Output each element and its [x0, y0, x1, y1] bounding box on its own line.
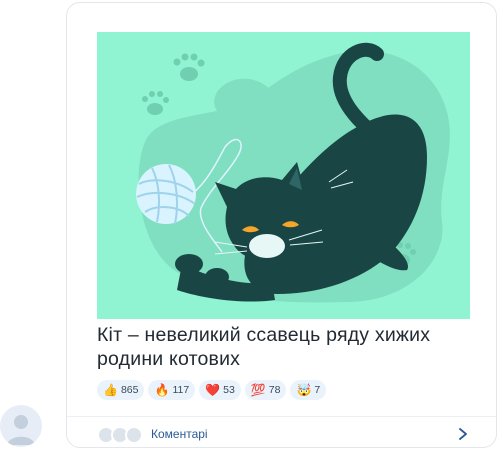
reaction-heart[interactable]: ❤️ 53: [199, 380, 241, 400]
reaction-fire[interactable]: 🔥 117: [148, 380, 196, 400]
reactions-bar: 👍 865 🔥 117 ❤️ 53 💯 78 🤯 7: [97, 380, 327, 400]
commenter-avatars: [97, 426, 147, 444]
hundred-icon: 💯: [250, 383, 266, 397]
comments-link[interactable]: Коментарі: [151, 427, 208, 441]
user-avatar[interactable]: [0, 405, 42, 447]
post-card: Кіт – невеликий ссавець ряду хижих родин…: [66, 2, 497, 448]
reaction-count: 53: [223, 384, 235, 396]
yarn-ball-icon: [136, 164, 196, 225]
reaction-hundred[interactable]: 💯 78: [244, 380, 287, 400]
thumbs-up-icon: 👍: [103, 383, 118, 397]
post-image: [97, 32, 470, 319]
heart-icon: ❤️: [205, 383, 221, 397]
user-silhouette-icon: [7, 415, 35, 445]
post-title: Кіт – невеликий ссавець ряду хижих родин…: [97, 324, 431, 370]
exploding-head-icon: 🤯: [296, 383, 312, 397]
fire-icon: 🔥: [154, 383, 170, 397]
reaction-exploding-head[interactable]: 🤯 7: [290, 380, 327, 400]
reaction-count: 7: [314, 384, 321, 396]
reaction-like[interactable]: 👍 865: [97, 380, 145, 400]
reaction-count: 78: [268, 384, 281, 396]
commenter-avatar: [125, 426, 143, 444]
chevron-right-icon[interactable]: [456, 427, 470, 441]
reaction-count: 117: [172, 384, 190, 396]
post-footer: Коментарі: [67, 416, 496, 447]
paw-print-icon: [173, 53, 205, 81]
reaction-count: 865: [120, 384, 139, 396]
